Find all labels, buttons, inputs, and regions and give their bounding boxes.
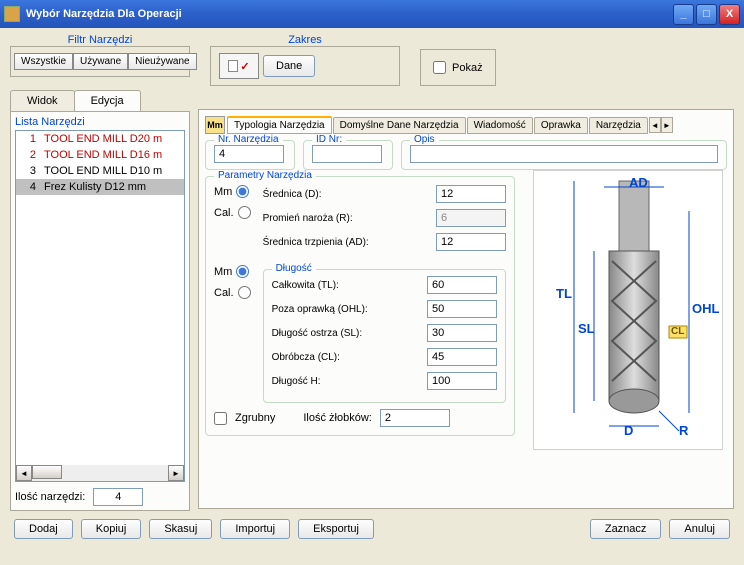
srednica-label: Średnica (D):	[263, 189, 436, 200]
importuj-button[interactable]: Importuj	[220, 519, 290, 539]
id-field[interactable]	[312, 145, 382, 163]
list-item[interactable]: 1TOOL END MILL D20 m	[16, 131, 184, 147]
mm-radio2[interactable]	[236, 265, 249, 278]
list-item[interactable]: 2TOOL END MILL D16 m	[16, 147, 184, 163]
ilosc-field[interactable]	[93, 488, 143, 506]
zaznacz-button[interactable]: Zaznacz	[590, 519, 662, 539]
cal-radio2[interactable]	[238, 286, 251, 299]
calkowita-field[interactable]	[427, 276, 497, 294]
stab-wiadomosc[interactable]: Wiadomość	[467, 117, 533, 134]
lista-label: Lista Narzędzi	[15, 116, 185, 128]
srednica-field[interactable]	[436, 185, 506, 203]
opis-label: Opis	[410, 134, 439, 145]
obrobcza-field[interactable]	[427, 348, 497, 366]
tab-nav-left-icon[interactable]: ◄	[649, 117, 661, 133]
stab-narzedzia[interactable]: Narzędzia	[589, 117, 648, 134]
skasuj-button[interactable]: Skasuj	[149, 519, 212, 539]
calkowita-label: Całkowita (TL):	[272, 280, 427, 291]
tab-edycja[interactable]: Edycja	[74, 90, 141, 111]
zlobki-label: Ilość żłobków:	[303, 412, 371, 424]
diagram-sl: SL	[578, 321, 595, 336]
opis-field[interactable]	[410, 145, 718, 163]
pokaz-checkbox[interactable]	[433, 61, 446, 74]
diagram-cl: CL	[671, 326, 684, 337]
poza-field[interactable]	[427, 300, 497, 318]
mm-radio-row[interactable]: Mm	[214, 185, 251, 198]
tool-diagram: AD TL SL OHL CL D R	[533, 170, 723, 450]
maximize-button[interactable]: □	[696, 4, 717, 25]
stab-typologia[interactable]: Typologia Narzędzia	[227, 116, 332, 134]
dlugosc-title: Długość	[272, 263, 316, 274]
titlebar: Wybór Narzędzia Dla Operacji _ □ X	[0, 0, 744, 28]
h-label: Długość H:	[272, 376, 427, 387]
app-icon	[4, 6, 20, 22]
dane-button[interactable]: Dane	[263, 55, 315, 77]
close-button[interactable]: X	[719, 4, 740, 25]
nr-label: Nr. Narzędzia	[214, 134, 283, 145]
h-field[interactable]	[427, 372, 497, 390]
zgrubny-checkbox[interactable]	[214, 412, 227, 425]
eksportuj-button[interactable]: Eksportuj	[298, 519, 374, 539]
list-item[interactable]: 4Frez Kulisty D12 mm	[16, 179, 184, 195]
tool-list[interactable]: 1TOOL END MILL D20 m2TOOL END MILL D16 m…	[15, 130, 185, 482]
cal-radio2-row[interactable]: Cal.	[214, 286, 251, 299]
zakres-label: Zakres	[210, 34, 400, 46]
trzpien-field[interactable]	[436, 233, 506, 251]
dodaj-button[interactable]: Dodaj	[14, 519, 73, 539]
cal-radio[interactable]	[238, 206, 251, 219]
window-title: Wybór Narzędzia Dla Operacji	[26, 8, 182, 20]
zlobki-field[interactable]	[380, 409, 450, 427]
filter-unused-button[interactable]: Nieużywane	[128, 53, 196, 70]
kopiuj-button[interactable]: Kopiuj	[81, 519, 142, 539]
zgrubny-label: Zgrubny	[235, 412, 275, 424]
list-item[interactable]: 3TOOL END MILL D10 m	[16, 163, 184, 179]
filter-used-button[interactable]: Używane	[73, 53, 128, 70]
diagram-d: D	[624, 423, 633, 438]
scroll-left-icon[interactable]: ◄	[16, 465, 32, 481]
diagram-r: R	[679, 423, 688, 438]
ostrza-label: Długość ostrza (SL):	[272, 328, 427, 339]
h-scrollbar[interactable]: ◄ ►	[16, 465, 184, 481]
diagram-tl: TL	[556, 286, 572, 301]
id-label: ID Nr:	[312, 134, 346, 145]
diagram-ohl: OHL	[692, 301, 719, 316]
promien-field	[436, 209, 506, 227]
tab-nav-right-icon[interactable]: ►	[661, 117, 673, 133]
mm-radio[interactable]	[236, 185, 249, 198]
stab-oprawka[interactable]: Oprawka	[534, 117, 588, 134]
ilosc-label: Ilość narzędzi:	[15, 491, 85, 503]
diagram-ad: AD	[629, 175, 648, 190]
minimize-button[interactable]: _	[673, 4, 694, 25]
tab-widok[interactable]: Widok	[10, 90, 75, 111]
scroll-right-icon[interactable]: ►	[168, 465, 184, 481]
check-icon: ✓	[240, 60, 249, 73]
obrobcza-label: Obróbcza (CL):	[272, 352, 427, 363]
poza-label: Poza oprawką (OHL):	[272, 304, 427, 315]
mm-icon: Mm	[205, 116, 225, 134]
scroll-thumb[interactable]	[32, 465, 62, 479]
anuluj-button[interactable]: Anuluj	[669, 519, 730, 539]
params-title: Parametry Narzędzia	[214, 170, 316, 181]
filter-all-button[interactable]: Wszystkie	[14, 53, 73, 70]
trzpien-label: Średnica trzpienia (AD):	[263, 237, 436, 248]
zakres-icon-button[interactable]: ✓	[219, 53, 259, 79]
stab-domyslne[interactable]: Domyślne Dane Narzędzia	[333, 117, 466, 134]
promien-label: Promień naroża (R):	[263, 213, 436, 224]
pokaz-box: Pokaż	[420, 49, 496, 86]
pokaz-label: Pokaż	[452, 62, 483, 74]
mm-radio2-row[interactable]: Mm	[214, 265, 251, 278]
filter-label: Filtr Narzędzi	[10, 34, 190, 46]
cal-radio-row[interactable]: Cal.	[214, 206, 251, 219]
doc-icon	[228, 60, 238, 72]
ostrza-field[interactable]	[427, 324, 497, 342]
nr-field[interactable]	[214, 145, 284, 163]
